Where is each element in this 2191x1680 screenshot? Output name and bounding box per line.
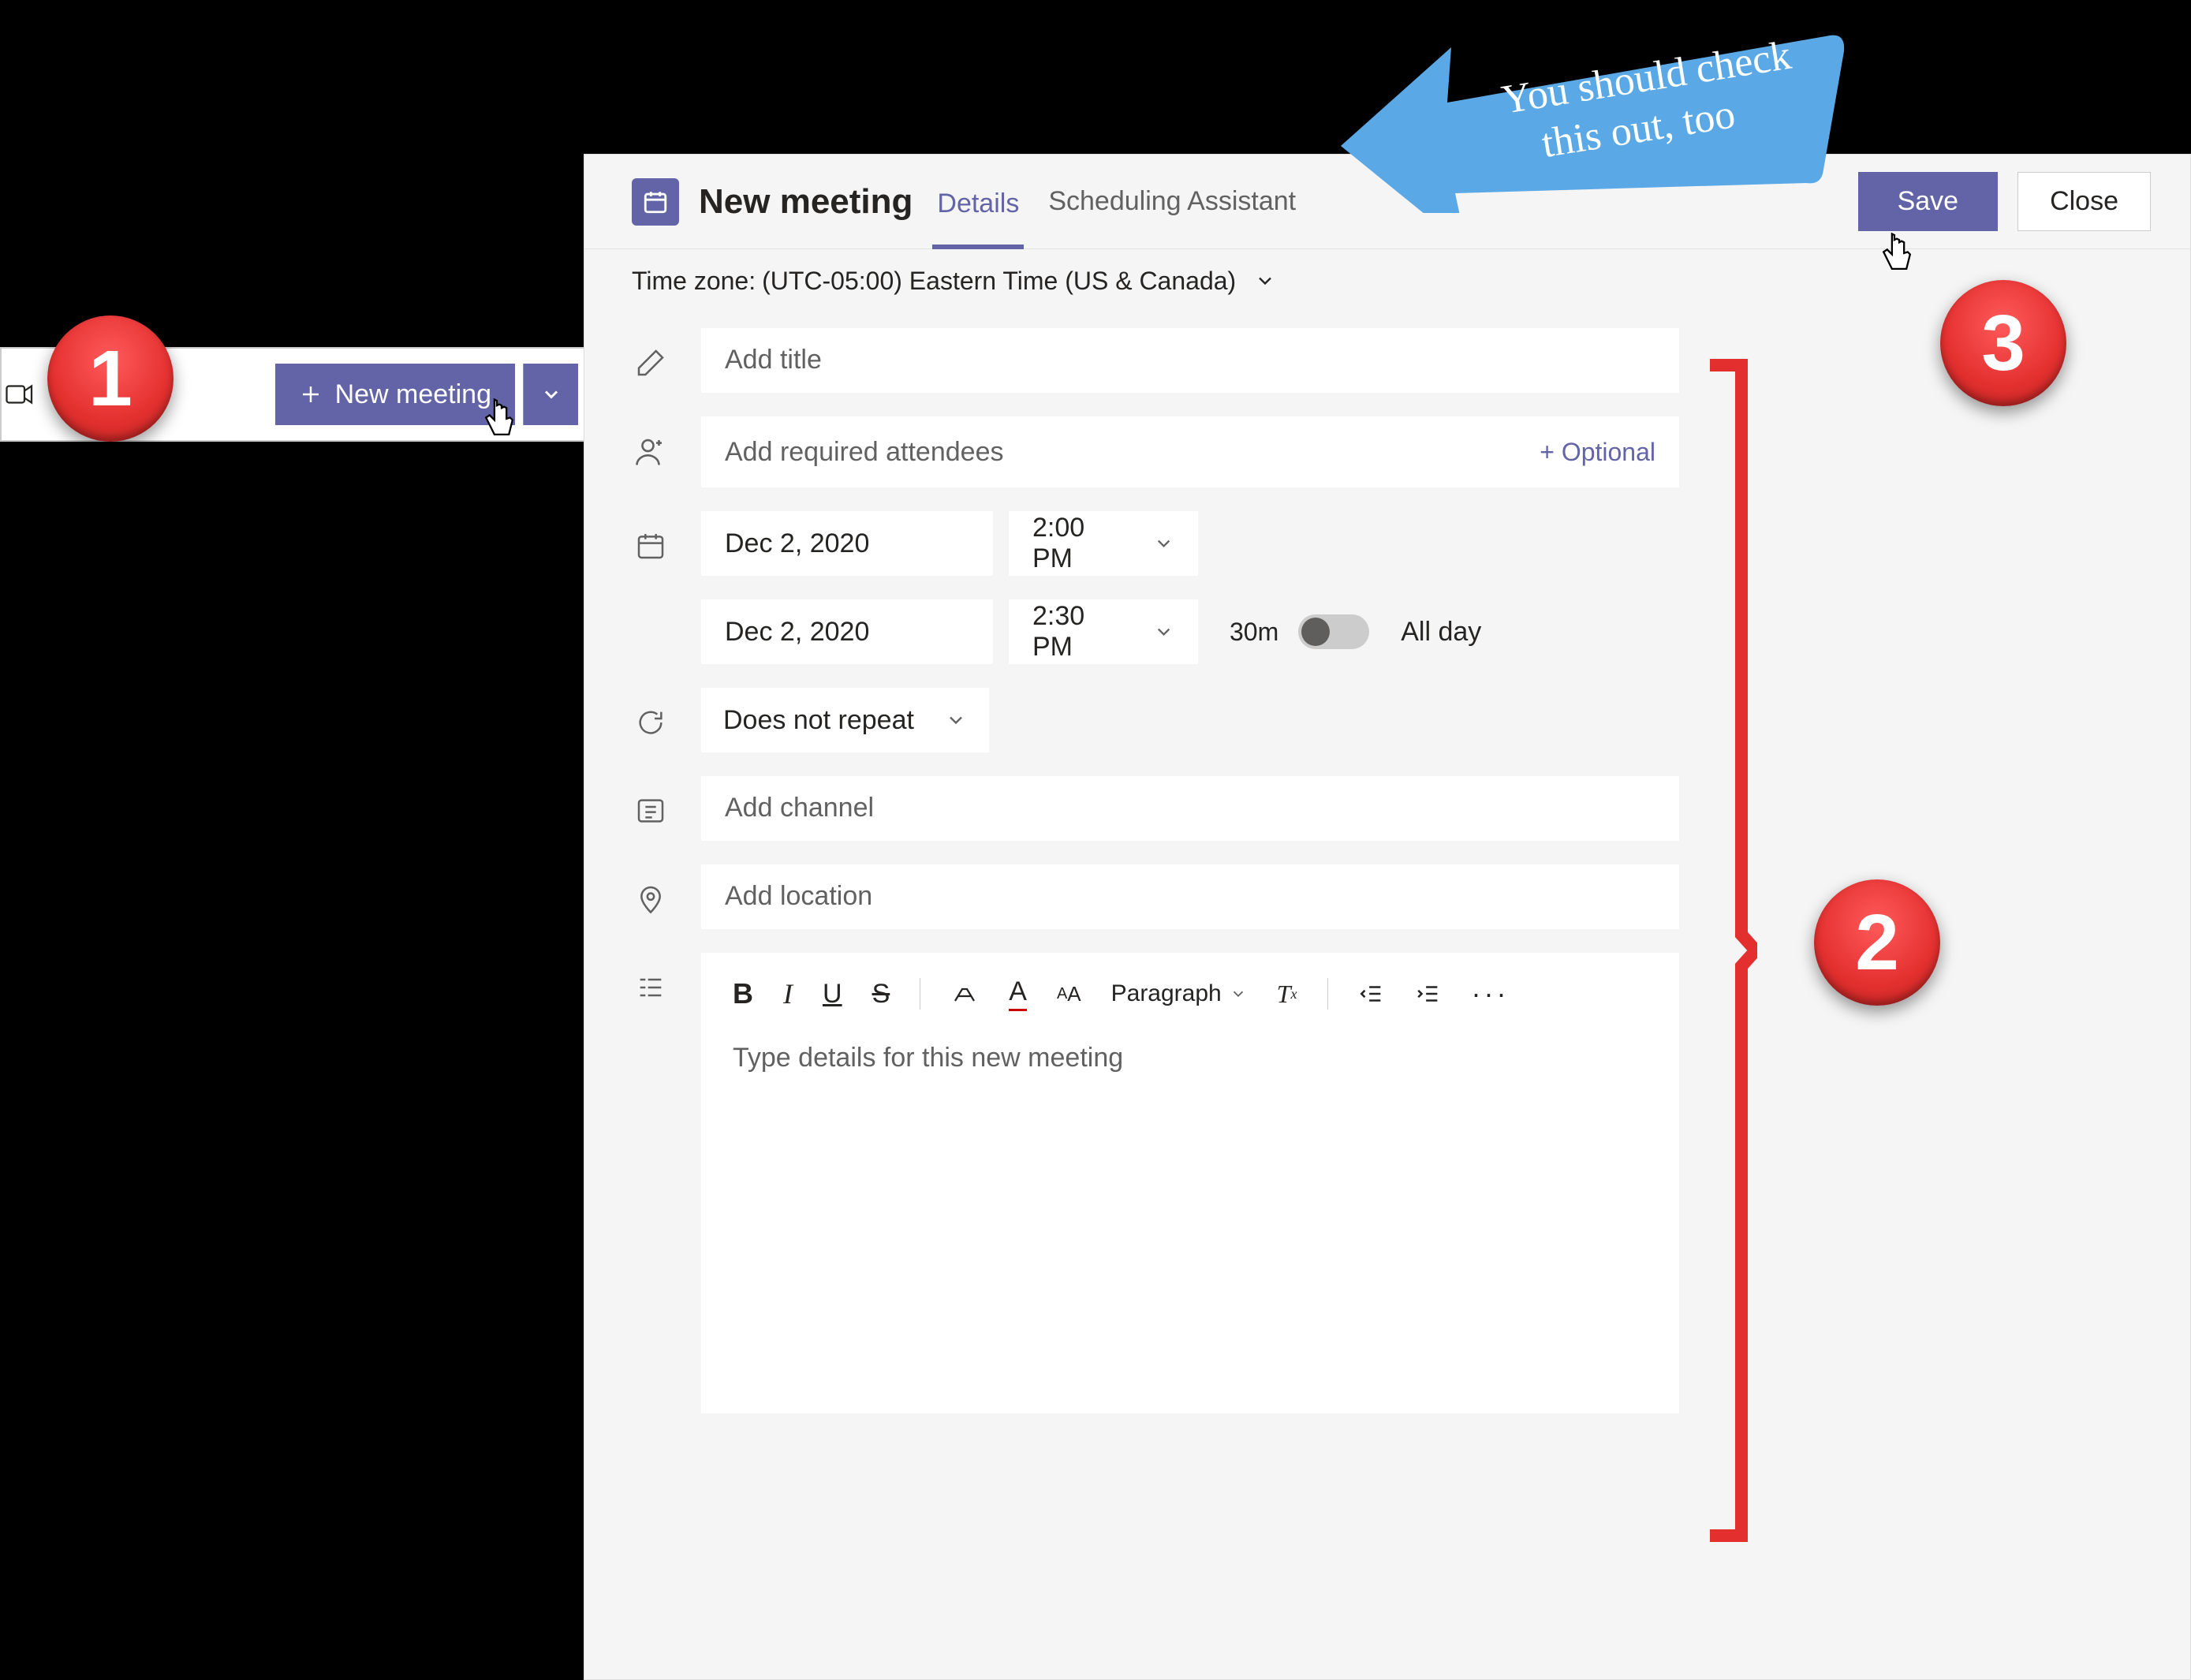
repeat-icon — [632, 704, 670, 741]
save-button[interactable]: Save — [1858, 172, 1999, 231]
page-title: New meeting — [699, 182, 913, 222]
indent-button[interactable] — [1415, 980, 1442, 1007]
chevron-down-icon — [945, 709, 967, 731]
calendar-app-icon — [632, 178, 679, 226]
annotation-bracket — [1710, 359, 1757, 1542]
more-options-button[interactable]: ··· — [1472, 977, 1510, 1010]
strikethrough-button[interactable]: S — [872, 979, 890, 1010]
close-button[interactable]: Close — [2017, 172, 2151, 231]
tab-details[interactable]: Details — [932, 159, 1024, 249]
annotation-step-1: 1 — [47, 315, 174, 442]
channel-input[interactable] — [701, 776, 1679, 841]
optional-attendees-link[interactable]: + Optional — [1540, 438, 1655, 467]
location-icon — [632, 880, 670, 918]
chevron-down-icon — [1153, 621, 1174, 643]
new-meeting-dropdown-button[interactable] — [523, 364, 578, 425]
highlight-button[interactable] — [950, 980, 979, 1008]
plus-icon — [299, 383, 323, 406]
outdent-button[interactable] — [1358, 980, 1385, 1007]
annotation-step-3: 3 — [1940, 280, 2066, 406]
start-time-picker[interactable]: 2:00 PM — [1009, 511, 1198, 576]
font-color-button[interactable]: A — [1009, 976, 1027, 1011]
font-size-button[interactable]: AA — [1057, 982, 1081, 1006]
new-meeting-modal: New meeting Details Scheduling Assistant… — [584, 154, 2191, 1680]
cursor-icon — [480, 398, 519, 446]
recurrence-select[interactable]: Does not repeat — [701, 688, 989, 752]
chevron-down-icon — [540, 383, 562, 405]
meet-now-icon[interactable] — [2, 355, 37, 434]
channel-icon — [632, 792, 670, 830]
attendees-input[interactable] — [725, 416, 1540, 487]
underline-button[interactable]: U — [823, 979, 842, 1010]
pencil-icon — [632, 344, 670, 382]
paragraph-style-select[interactable]: Paragraph — [1111, 980, 1247, 1007]
editor-toolbar: B I U S A AA Paragraph Tx — [725, 961, 1655, 1027]
end-time-picker[interactable]: 2:30 PM — [1009, 599, 1198, 664]
all-day-toggle[interactable] — [1298, 614, 1369, 649]
new-meeting-label: New meeting — [335, 379, 491, 410]
italic-button[interactable]: I — [783, 977, 793, 1010]
start-date-picker[interactable]: Dec 2, 2020 — [701, 511, 993, 576]
calendar-icon — [632, 527, 670, 565]
duration-label: 30m — [1230, 618, 1278, 647]
title-input[interactable] — [701, 328, 1679, 393]
bold-button[interactable]: B — [733, 977, 753, 1010]
end-date-picker[interactable]: Dec 2, 2020 — [701, 599, 993, 664]
people-icon — [632, 432, 670, 470]
timezone-label: Time zone: — [632, 267, 756, 296]
chevron-down-icon — [1153, 532, 1174, 554]
timezone-value: (UTC-05:00) Eastern Time (US & Canada) — [762, 267, 1236, 296]
annotation-arrow: You should check this out, too — [1341, 0, 1846, 213]
cursor-icon — [1877, 233, 1917, 280]
tab-scheduling-assistant[interactable]: Scheduling Assistant — [1043, 156, 1301, 247]
annotation-step-2: 2 — [1814, 879, 1940, 1006]
chevron-down-icon — [1254, 270, 1276, 292]
all-day-label: All day — [1401, 617, 1481, 648]
description-icon — [632, 969, 670, 1006]
location-input[interactable] — [701, 864, 1679, 929]
timezone-selector[interactable]: Time zone: (UTC-05:00) Eastern Time (US … — [584, 249, 2190, 312]
form-body: + Optional Dec 2, 2020 2:00 PM — [584, 312, 2190, 1453]
clear-formatting-button[interactable]: Tx — [1277, 980, 1297, 1009]
chevron-down-icon — [1230, 985, 1247, 1002]
description-editor[interactable]: Type details for this new meeting — [725, 1027, 1655, 1406]
